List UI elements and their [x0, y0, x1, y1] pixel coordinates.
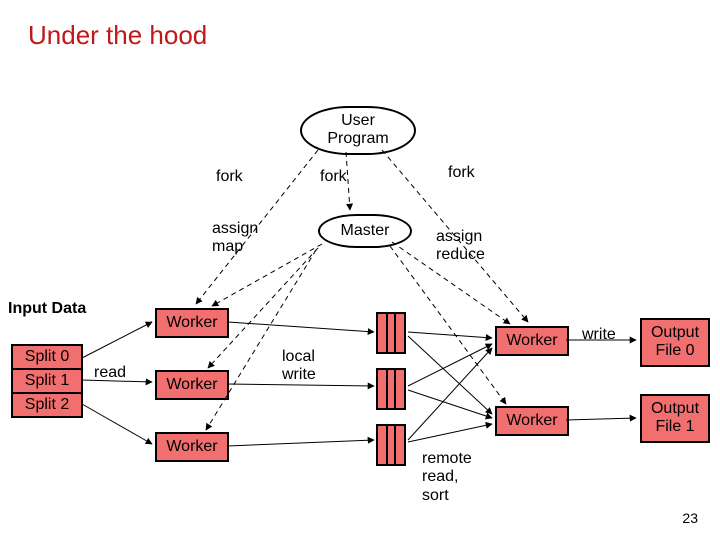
node-worker-map-2: Worker — [155, 432, 229, 462]
node-output-0: Output File 0 — [640, 318, 710, 367]
label-fork-right: fork — [448, 164, 475, 182]
node-worker-reduce-1: Worker — [495, 406, 569, 436]
label-read: read — [94, 364, 126, 382]
label-write: write — [582, 326, 616, 344]
node-worker-map-1: Worker — [155, 370, 229, 400]
intermediate-file-icon — [376, 424, 406, 466]
slide-title: Under the hood — [28, 20, 207, 51]
label-fork-left: fork — [216, 168, 243, 186]
node-master-label: Master — [341, 222, 390, 239]
worker-label: Worker — [506, 332, 557, 349]
label-assign-map: assign map — [212, 220, 258, 257]
worker-label: Worker — [506, 412, 557, 429]
label-assign-reduce: assign reduce — [436, 228, 485, 265]
node-output-1: Output File 1 — [640, 394, 710, 443]
node-split-2: Split 2 — [11, 392, 83, 418]
node-worker-map-0: Worker — [155, 308, 229, 338]
worker-label: Worker — [166, 314, 217, 331]
page-number: 23 — [682, 510, 698, 526]
intermediate-file-icon — [376, 368, 406, 410]
label-local-write: local write — [282, 348, 316, 385]
split-label: Split 2 — [25, 396, 69, 413]
output-label: Output File 0 — [651, 324, 699, 359]
worker-label: Worker — [166, 438, 217, 455]
label-input-data: Input Data — [8, 300, 86, 318]
node-worker-reduce-0: Worker — [495, 326, 569, 356]
node-split-1: Split 1 — [11, 368, 83, 392]
node-user-program-label: User Program — [327, 112, 388, 147]
worker-label: Worker — [166, 376, 217, 393]
output-label: Output File 1 — [651, 400, 699, 435]
node-user-program: User Program — [300, 106, 416, 155]
intermediate-files — [376, 312, 406, 480]
arrows-layer — [0, 0, 720, 540]
split-label: Split 0 — [25, 348, 69, 365]
intermediate-file-icon — [376, 312, 406, 354]
label-fork-mid: fork — [320, 168, 347, 186]
node-split-0: Split 0 — [11, 344, 83, 368]
node-master: Master — [318, 214, 412, 248]
label-remote-read-sort: remote read, sort — [422, 450, 472, 505]
split-label: Split 1 — [25, 372, 69, 389]
